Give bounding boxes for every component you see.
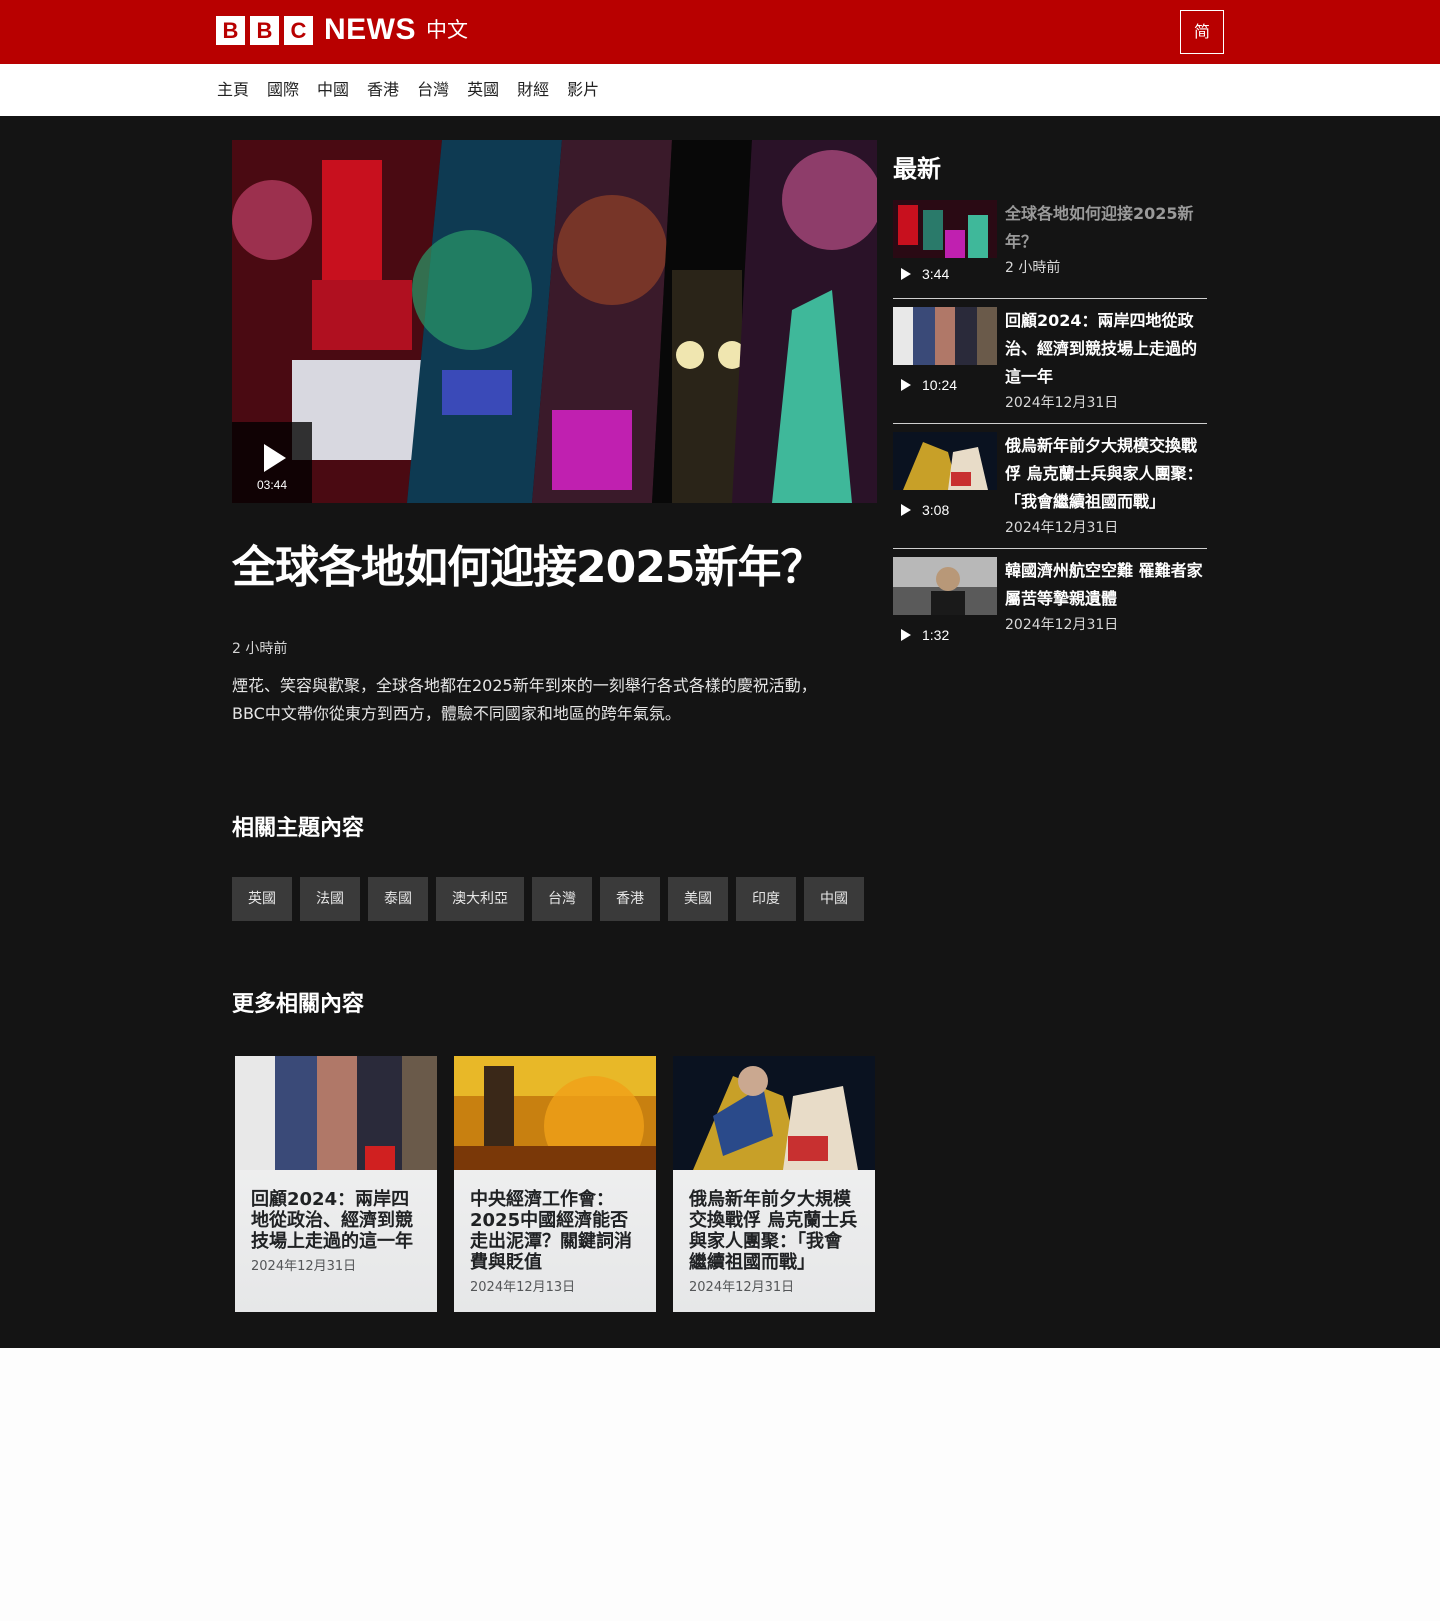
logo-edition-text: 中文 xyxy=(426,18,468,42)
card-image xyxy=(454,1056,656,1176)
latest-thumbnail xyxy=(893,557,997,615)
topic-tag[interactable]: 英國 xyxy=(232,877,292,921)
latest-text: 韓國濟州航空空難 罹難者家屬苦等摯親遺體 2024年12月31日 xyxy=(1005,557,1207,643)
card-image xyxy=(673,1056,875,1170)
card-title: 俄烏新年前夕大規模交換戰俘 烏克蘭士兵與家人團聚：「我會繼續祖國而戰」 xyxy=(689,1189,858,1273)
latest-date: 2024年12月31日 xyxy=(1005,520,1119,536)
topic-tag[interactable]: 台灣 xyxy=(532,877,592,921)
card-title: 中央經濟工作會：2025中國經濟能否走出泥潭？關鍵詞消費與貶值 xyxy=(470,1189,632,1273)
latest-play: 3:08 xyxy=(901,502,949,518)
play-icon xyxy=(264,444,286,472)
latest-item[interactable]: 10:24 回顧2024：兩岸四地從政治、經濟到競技場上走過的這一年 2024年… xyxy=(893,307,1207,424)
latest-play: 1:32 xyxy=(901,627,949,643)
topic-tag[interactable]: 澳大利亞 xyxy=(436,877,524,921)
latest-duration: 1:32 xyxy=(922,627,950,643)
latest-list: 3:44 全球各地如何迎接2025新年？ 2 小時前 10:24 回顧2024：… xyxy=(893,200,1207,649)
latest-duration: 10:24 xyxy=(922,377,958,393)
nav-item-china[interactable]: 中國 xyxy=(317,77,349,103)
card-date: 2024年12月31日 xyxy=(251,1259,357,1274)
related-card[interactable]: 俄烏新年前夕大規模交換戰俘 烏克蘭士兵與家人團聚：「我會繼續祖國而戰」 2024… xyxy=(673,1056,875,1312)
topic-tag[interactable]: 中國 xyxy=(804,877,864,921)
nav-bar: 主頁 國際 中國 香港 台灣 英國 財經 影片 xyxy=(0,64,1440,116)
card-title: 回顧2024：兩岸四地從政治、經濟到競技場上走過的這一年 xyxy=(251,1189,413,1252)
topic-tag[interactable]: 美國 xyxy=(668,877,728,921)
latest-headline: 全球各地如何迎接2025新年？ xyxy=(1005,204,1194,251)
nav-item-international[interactable]: 國際 xyxy=(267,77,299,103)
topic-tag[interactable]: 法國 xyxy=(300,877,360,921)
latest-thumbnail xyxy=(893,307,997,365)
nav-item-uk[interactable]: 英國 xyxy=(467,77,499,103)
video-thumbnail-image xyxy=(232,140,877,503)
play-button[interactable]: 03:44 xyxy=(232,422,312,503)
logo-letter: B xyxy=(250,15,279,45)
logo-letter: B xyxy=(216,15,245,45)
nav-item-taiwan[interactable]: 台灣 xyxy=(417,77,449,103)
latest-item[interactable]: 1:32 韓國濟州航空空難 罹難者家屬苦等摯親遺體 2024年12月31日 xyxy=(893,557,1207,649)
play-icon xyxy=(901,379,911,391)
masthead: B B C NEWS 中文 简 xyxy=(0,0,1440,64)
latest-text: 全球各地如何迎接2025新年？ 2 小時前 xyxy=(1005,200,1207,286)
play-icon xyxy=(901,504,911,516)
latest-headline: 俄烏新年前夕大規模交換戰俘 烏克蘭士兵與家人團聚：「我會繼續祖國而戰」 xyxy=(1005,436,1203,511)
topic-tag[interactable]: 泰國 xyxy=(368,877,428,921)
latest-headline: 回顧2024：兩岸四地從政治、經濟到競技場上走過的這一年 xyxy=(1005,311,1198,386)
video-duration: 03:44 xyxy=(256,478,288,492)
play-icon xyxy=(901,629,911,641)
latest-headline: 韓國濟州航空空難 罹難者家屬苦等摯親遺體 xyxy=(1005,561,1203,608)
latest-date: 2024年12月31日 xyxy=(1005,617,1119,633)
nav-item-video[interactable]: 影片 xyxy=(567,77,599,103)
latest-duration: 3:44 xyxy=(922,266,950,282)
article-summary: 煙花、笑容與歡聚，全球各地都在2025新年到來的一刻舉行各式各樣的慶祝活動，BB… xyxy=(232,676,817,723)
related-cards: 回顧2024：兩岸四地從政治、經濟到競技場上走過的這一年 2024年12月31日… xyxy=(235,1056,892,1312)
latest-thumbnail xyxy=(893,432,997,490)
logo-news-text: NEWS xyxy=(324,13,416,46)
card-date: 2024年12月13日 xyxy=(470,1280,576,1295)
related-topics-title: 相關主題內容 xyxy=(232,816,365,841)
latest-play: 10:24 xyxy=(901,377,957,393)
related-card[interactable]: 中央經濟工作會：2025中國經濟能否走出泥潭？關鍵詞消費與貶值 2024年12月… xyxy=(454,1056,656,1312)
latest-date: 2024年12月31日 xyxy=(1005,395,1119,411)
topic-tags: 英國 法國 泰國 澳大利亞 台灣 香港 美國 印度 中國 xyxy=(232,877,872,921)
topic-tag[interactable]: 印度 xyxy=(736,877,796,921)
article-timestamp: 2 小時前 xyxy=(232,641,288,657)
video-player[interactable]: 03:44 xyxy=(232,140,877,503)
more-related-title: 更多相關內容 xyxy=(232,992,365,1017)
nav-list: 主頁 國際 中國 香港 台灣 英國 財經 影片 xyxy=(217,77,617,103)
nav-item-finance[interactable]: 財經 xyxy=(517,77,549,103)
latest-item[interactable]: 3:08 俄烏新年前夕大規模交換戰俘 烏克蘭士兵與家人團聚：「我會繼續祖國而戰」… xyxy=(893,432,1207,549)
latest-thumbnail xyxy=(893,200,997,258)
article-headline: 全球各地如何迎接2025新年？ xyxy=(232,542,824,593)
card-date: 2024年12月31日 xyxy=(689,1280,795,1295)
latest-text: 回顧2024：兩岸四地從政治、經濟到競技場上走過的這一年 2024年12月31日 xyxy=(1005,307,1207,421)
logo-letter: C xyxy=(284,15,313,45)
latest-item[interactable]: 3:44 全球各地如何迎接2025新年？ 2 小時前 xyxy=(893,200,1207,299)
latest-play: 3:44 xyxy=(901,266,949,282)
nav-item-home[interactable]: 主頁 xyxy=(217,77,249,103)
latest-duration: 3:08 xyxy=(922,502,950,518)
play-icon xyxy=(901,268,911,280)
related-card[interactable]: 回顧2024：兩岸四地從政治、經濟到競技場上走過的這一年 2024年12月31日 xyxy=(235,1056,437,1312)
card-image xyxy=(235,1056,437,1170)
latest-title: 最新 xyxy=(893,155,941,183)
bbc-news-logo[interactable]: B B C NEWS 中文 xyxy=(216,15,468,45)
latest-text: 俄烏新年前夕大規模交換戰俘 烏克蘭士兵與家人團聚：「我會繼續祖國而戰」 2024… xyxy=(1005,432,1207,546)
nav-item-hongkong[interactable]: 香港 xyxy=(367,77,399,103)
latest-date: 2 小時前 xyxy=(1005,260,1061,276)
topic-tag[interactable]: 香港 xyxy=(600,877,660,921)
simplified-chinese-toggle-button[interactable]: 简 xyxy=(1180,10,1224,54)
